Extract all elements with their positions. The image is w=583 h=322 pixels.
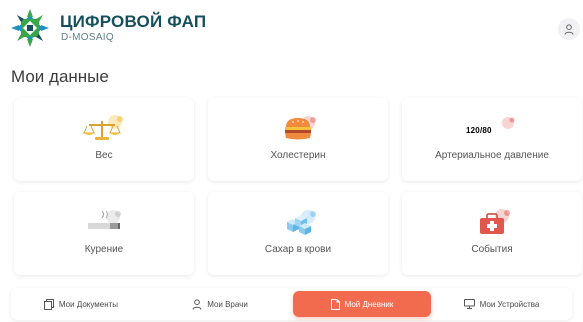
cigarette-icon [88, 210, 121, 229]
nav-my-doctors[interactable]: Мои Врачи [151, 291, 289, 317]
page-title: Мои данные [11, 67, 109, 86]
brand-title: ЦИФРОВОЙ ФАП [60, 12, 207, 31]
card-label: Курение [84, 244, 124, 255]
bp-value-text: 120/80 [466, 126, 492, 135]
documents-icon [43, 298, 54, 310]
doctor-icon [192, 298, 202, 310]
card-smoking[interactable]: Курение [14, 192, 194, 275]
card-label: События [471, 244, 513, 255]
card-label: Сахар в крови [264, 244, 332, 255]
nav-label: Мои Документы [58, 299, 119, 309]
blood-pressure-icon: 120/80 [466, 117, 515, 135]
monitor-icon [463, 299, 475, 309]
card-events[interactable]: События [402, 192, 582, 275]
user-icon [564, 23, 574, 35]
nav-label: Мои Врачи [207, 299, 248, 309]
diary-icon [330, 298, 340, 310]
card-blood-pressure[interactable]: 120/80 Артериальное давление [402, 98, 582, 181]
nav-label: Мои Устройства [479, 299, 540, 309]
card-label: Артериальное давление [435, 150, 549, 161]
card-blood-sugar[interactable]: Сахар в крови [208, 192, 388, 275]
scales-icon [83, 115, 123, 140]
brand-subtitle: D-MOSAIQ [61, 32, 114, 43]
card-label: Вес [95, 150, 113, 161]
card-weight[interactable]: Вес [14, 98, 194, 181]
nav-label: Мой Дневник [344, 299, 394, 309]
nav-my-documents[interactable]: Мои Документы [15, 291, 147, 317]
burger-icon [285, 116, 316, 140]
card-cholesterol[interactable]: Холестерин [208, 98, 388, 181]
nav-my-devices[interactable]: Мои Устройства [435, 291, 568, 317]
sugar-cubes-icon [287, 210, 316, 235]
app-header: ЦИФРОВОЙ ФАП D-MOSAIQ [0, 0, 583, 58]
first-aid-kit-icon [480, 209, 510, 234]
nav-my-diary[interactable]: Мой Дневник [293, 291, 431, 317]
mosaic-star-logo-icon[interactable] [10, 8, 50, 48]
card-label: Холестерин [270, 150, 326, 161]
bottom-nav: Мои Документы Мои Врачи Мой Дневник Мои … [11, 288, 572, 320]
profile-button[interactable] [558, 18, 580, 40]
